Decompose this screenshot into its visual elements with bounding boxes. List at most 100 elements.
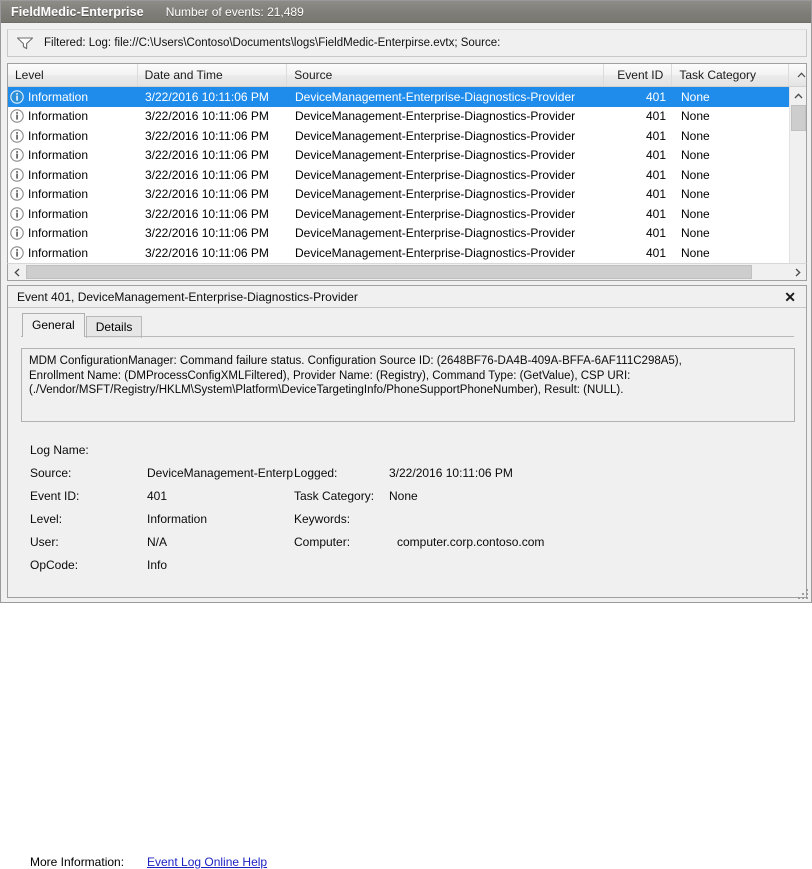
scroll-up-button[interactable] [790,87,807,104]
more-information-row: More Information: Event Log Online Help [30,855,267,869]
level-label: Information [28,207,88,221]
cell-level: Information [8,243,138,263]
metadata-row: OpCode:Info [30,553,790,576]
cell-level: Information [8,204,138,224]
event-count-label: Number of events: 21,489 [166,5,304,19]
field-label-computer: Computer: [294,535,389,549]
cell-source: DeviceManagement-Enterprise-Diagnostics-… [288,126,606,146]
horizontal-scrollbar-thumb[interactable] [26,265,752,279]
information-icon [10,109,24,123]
field-value-source: DeviceManagement-Enterpr [147,466,294,480]
cell-task_category: None [674,204,789,224]
column-header-date-and-time[interactable]: Date and Time [138,64,288,86]
event-viewer-window: FieldMedic-Enterprise Number of events: … [0,0,812,603]
field-label-level: Level: [30,512,147,526]
level-label: Information [28,226,88,240]
field-value-user: N/A [147,535,294,549]
cell-event_id: 401 [606,243,674,263]
cell-event_id: 401 [606,146,674,166]
table-row[interactable]: Information 3/22/2016 10:11:06 PMDeviceMa… [8,204,789,224]
event-list-horizontal-scrollbar[interactable] [7,263,807,281]
scroll-right-button[interactable] [789,264,806,280]
field-label-eventid: Event ID: [30,489,147,503]
table-row[interactable]: Information3/22/2016 10:11:06 PMDeviceMa… [8,243,789,263]
scroll-left-button[interactable] [8,264,25,280]
cell-event_id: 401 [606,185,674,205]
cell-datetime: 3/22/2016 10:11:06 PM [138,204,288,224]
event-message-box[interactable]: MDM ConfigurationManager: Command failur… [21,348,795,422]
event-metadata-fields: Log Name:Source:DeviceManagement-Enterpr… [30,438,790,576]
information-icon [10,246,24,260]
filter-description: Filtered: Log: file://C:\Users\Contoso\D… [44,37,500,49]
event-message-line: (./Vendor/MSFT/Registry/HKLM\System\Plat… [29,383,787,398]
field-label-user: User: [30,535,147,549]
field-label-taskcategory: Task Category: [294,489,389,503]
event-log-online-help-link[interactable]: Event Log Online Help [147,855,267,869]
cell-level: Information [8,146,138,166]
resize-grip[interactable] [797,588,809,600]
scrollbar-thumb[interactable] [791,105,806,131]
event-detail-title: Event 401, DeviceManagement-Enterprise-D… [17,290,780,304]
tab-details[interactable]: Details [86,316,143,338]
log-name-title: FieldMedic-Enterprise [11,5,144,19]
chevron-right-icon [795,268,801,277]
event-message-line: MDM ConfigurationManager: Command failur… [29,354,787,369]
field-label-opcode: OpCode: [30,558,147,572]
column-header-level[interactable]: Level [8,64,138,86]
event-detail-header: Event 401, DeviceManagement-Enterprise-D… [8,286,806,308]
event-list-panel: Level Date and Time Source Event ID Task… [7,63,807,281]
cell-datetime: 3/22/2016 10:11:06 PM [138,126,288,146]
cell-task_category: None [674,243,789,263]
column-header-source[interactable]: Source [287,64,604,86]
information-icon [10,168,24,182]
cell-event_id: 401 [606,204,674,224]
table-row[interactable]: Information3/22/2016 10:11:06 PMDeviceMa… [8,165,789,185]
event-list-header: Level Date and Time Source Event ID Task… [8,64,806,87]
cell-datetime: 3/22/2016 10:11:06 PM [138,107,288,127]
cell-task_category: None [674,165,789,185]
column-header-task-category[interactable]: Task Category [672,64,789,86]
field-value-computer: computer.corp.contoso.com [389,535,790,549]
information-icon [10,90,24,104]
information-icon [10,207,24,221]
cell-task_category: None [674,224,789,244]
table-row[interactable]: Information3/22/2016 10:11:06 PMDeviceMa… [8,87,789,107]
information-icon [10,148,24,162]
field-label-logname: Log Name: [30,443,147,457]
chevron-left-icon [14,268,20,277]
cell-source: DeviceManagement-Enterprise-Diagnostics-… [288,165,606,185]
event-rows-container[interactable]: Information3/22/2016 10:11:06 PMDeviceMa… [8,87,789,281]
chevron-up-icon [797,72,806,78]
level-label: Information [28,109,88,123]
cell-task_category: None [674,185,789,205]
cell-event_id: 401 [606,165,674,185]
field-label-logged: Logged: [294,466,389,480]
tabstrip-underline [21,336,794,337]
cell-task_category: None [674,87,789,107]
table-row[interactable]: Information3/22/2016 10:11:06 PMDeviceMa… [8,224,789,244]
level-label: Information [28,168,88,182]
cell-level: Information [8,224,138,244]
level-label: Information [28,90,88,104]
tab-general[interactable]: General [22,313,85,337]
cell-source: DeviceManagement-Enterprise-Diagnostics-… [288,87,606,107]
table-row[interactable]: Information3/22/2016 10:11:06 PMDeviceMa… [8,107,789,127]
cell-source: DeviceManagement-Enterprise-Diagnostics-… [288,204,606,224]
cell-datetime: 3/22/2016 10:11:06 PM [138,224,288,244]
event-list-vertical-scrollbar[interactable] [789,87,806,281]
cell-datetime: 3/22/2016 10:11:06 PM [138,146,288,166]
column-header-corner [789,64,806,86]
funnel-icon [16,36,34,50]
cell-event_id: 401 [606,107,674,127]
table-row[interactable]: Information3/22/2016 10:11:06 PMDeviceMa… [8,146,789,166]
level-label: Information [28,129,88,143]
column-header-event-id[interactable]: Event ID [604,64,672,86]
close-icon[interactable]: ✕ [780,290,800,304]
metadata-row: Event ID:401Task Category:None [30,484,790,507]
table-row[interactable]: Information3/22/2016 10:11:06 PMDeviceMa… [8,185,789,205]
cell-level: Information [8,87,138,107]
metadata-row: Level:InformationKeywords: [30,507,790,530]
cell-datetime: 3/22/2016 10:11:06 PM [138,185,288,205]
table-row[interactable]: Information 3/22/2016 10:11:06 PMDeviceMa… [8,126,789,146]
filter-bar[interactable]: Filtered: Log: file://C:\Users\Contoso\D… [7,29,807,57]
